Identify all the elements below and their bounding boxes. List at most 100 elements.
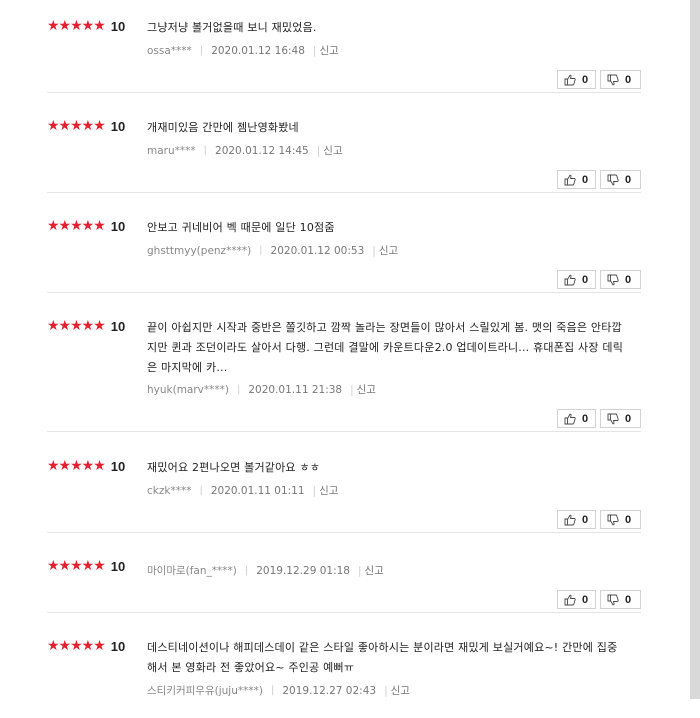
divider: |: [203, 145, 208, 156]
like-button[interactable]: 0: [557, 409, 596, 428]
vote-buttons: 0 0: [557, 510, 641, 529]
divider: |: [316, 144, 321, 157]
dislike-button[interactable]: 0: [600, 270, 641, 289]
rating-score: 10: [110, 458, 126, 474]
star-rating-icon: ★★★★★: [47, 558, 106, 574]
review-date: 2020.01.11 01:11: [210, 484, 305, 497]
like-button[interactable]: 0: [557, 590, 596, 609]
like-count: 0: [582, 412, 589, 425]
thumbs-up-icon: [564, 74, 576, 85]
review-meta: ghsttmyy(penz****) | 2020.01.12 00:53 | 신고: [147, 243, 398, 258]
review-text: 데스티네이션이나 해피데스데이 같은 스타일 좋아하시는 분이라면 재밌게 보실…: [147, 641, 618, 674]
dislike-count: 0: [625, 73, 632, 86]
thumbs-down-icon: [607, 413, 619, 424]
review-meta: maru**** | 2020.01.12 14:45 | 신고: [147, 143, 343, 158]
reviewer-id[interactable]: hyuk(marv****): [147, 384, 229, 396]
like-button[interactable]: 0: [557, 170, 596, 189]
review-item: ★★★★★ 10 끝이 아쉽지만 시작과 중반은 쫄깃하고 깜짝 놀라는 장면들이…: [47, 318, 641, 432]
divider: |: [357, 564, 362, 577]
vote-buttons: 0 0: [557, 409, 641, 428]
review-item: ★★★★★ 10 안보고 귀네비어 벡 때문에 일단 10점줌 ghsttmyy(…: [47, 218, 641, 293]
dislike-button[interactable]: 0: [600, 70, 641, 89]
rating-score: 10: [110, 558, 126, 574]
like-button[interactable]: 0: [557, 70, 596, 89]
review-date: 2020.01.12 16:48: [211, 44, 305, 57]
rating: ★★★★★ 10: [47, 318, 125, 334]
like-count: 0: [582, 513, 589, 526]
vote-buttons: 0 0: [557, 270, 641, 289]
scrollbar-thumb[interactable]: [690, 0, 700, 699]
rating-score: 10: [110, 18, 126, 34]
reviewer-id[interactable]: 마이마로(fan_****): [147, 563, 237, 578]
reviewer-id[interactable]: maru****: [147, 145, 196, 157]
rating: ★★★★★ 10: [47, 218, 125, 234]
review-meta: hyuk(marv****) | 2020.01.11 21:38 | 신고: [147, 382, 376, 397]
report-link[interactable]: 신고: [391, 683, 410, 698]
thumbs-up-icon: [564, 274, 576, 285]
like-button[interactable]: 0: [557, 510, 596, 529]
rating-score: 10: [110, 638, 126, 654]
divider: |: [384, 684, 388, 697]
like-button[interactable]: 0: [557, 270, 596, 289]
thumbs-down-icon: [607, 274, 619, 285]
review-date: 2019.12.27 02:43: [282, 684, 377, 697]
star-rating-icon: ★★★★★: [47, 118, 106, 134]
report-link[interactable]: 신고: [323, 143, 342, 158]
dislike-button[interactable]: 0: [600, 409, 641, 428]
star-rating-icon: ★★★★★: [47, 18, 106, 34]
dislike-button[interactable]: 0: [600, 510, 641, 529]
review-text: 개재미있음 간만에 젬난영화봤네: [147, 121, 299, 134]
review-meta: 마이마로(fan_****) | 2019.12.29 01:18 | 신고: [147, 563, 384, 578]
review-item: ★★★★★ 10 마이마로(fan_****) | 2019.12.29 01:18 |…: [47, 558, 641, 613]
report-link[interactable]: 신고: [357, 382, 376, 397]
report-link[interactable]: 신고: [319, 43, 338, 58]
like-count: 0: [582, 593, 589, 606]
dislike-button[interactable]: 0: [600, 590, 641, 609]
review-text: 재밌어요 2편나오면 볼거같아요 ㅎㅎ: [147, 461, 321, 474]
divider: |: [372, 244, 376, 257]
report-link[interactable]: 신고: [379, 243, 398, 258]
divider: |: [312, 484, 317, 497]
reviewer-id[interactable]: 스티키커피우유(juju****): [147, 683, 263, 698]
thumbs-up-icon: [564, 514, 576, 525]
divider: |: [259, 245, 263, 256]
report-link[interactable]: 신고: [319, 483, 338, 498]
thumbs-down-icon: [607, 594, 619, 605]
review-date: 2020.01.11 21:38: [248, 383, 343, 396]
thumbs-up-icon: [564, 174, 576, 185]
review-meta: 스티키커피우유(juju****) | 2019.12.27 02:43 | 신고: [147, 683, 410, 698]
rating: ★★★★★ 10: [47, 458, 125, 474]
review-date: 2020.01.12 14:45: [215, 144, 309, 157]
star-rating-icon: ★★★★★: [47, 458, 106, 474]
reviewer-id[interactable]: ossa****: [147, 45, 192, 57]
thumbs-up-icon: [564, 413, 576, 424]
report-link[interactable]: 신고: [365, 563, 384, 578]
review-meta: ckzk**** | 2020.01.11 01:11 | 신고: [147, 483, 338, 498]
rating: ★★★★★ 10: [47, 558, 125, 574]
like-count: 0: [582, 273, 589, 286]
dislike-count: 0: [625, 412, 632, 425]
divider: |: [199, 485, 203, 496]
reviewer-id[interactable]: ckzk****: [147, 485, 191, 497]
vote-buttons: 0 0: [557, 170, 641, 189]
dislike-count: 0: [625, 173, 632, 186]
rating-score: 10: [110, 318, 126, 334]
like-count: 0: [582, 73, 589, 86]
review-date: 2020.01.12 00:53: [270, 244, 365, 257]
like-count: 0: [582, 173, 589, 186]
divider: |: [312, 44, 317, 57]
divider: |: [350, 383, 354, 396]
thumbs-down-icon: [607, 74, 619, 85]
reviewer-id[interactable]: ghsttmyy(penz****): [147, 245, 251, 257]
review-item: ★★★★★ 10 재밌어요 2편나오면 볼거같아요 ㅎㅎ ckzk**** | 202…: [47, 458, 641, 533]
vote-buttons: 0 0: [557, 590, 641, 609]
review-text: 그냥저냥 볼거없을때 보니 재밌었음.: [147, 21, 317, 34]
review-item: ★★★★★ 10 데스티네이션이나 해피데스데이 같은 스타일 좋아하시는 분이라…: [47, 638, 641, 718]
scrollbar[interactable]: [690, 0, 700, 699]
review-meta: ossa**** | 2020.01.12 16:48 | 신고: [147, 43, 339, 58]
dislike-count: 0: [625, 273, 632, 286]
rating: ★★★★★ 10: [47, 638, 125, 654]
dislike-button[interactable]: 0: [600, 170, 641, 189]
thumbs-down-icon: [607, 174, 619, 185]
divider: |: [270, 685, 275, 696]
